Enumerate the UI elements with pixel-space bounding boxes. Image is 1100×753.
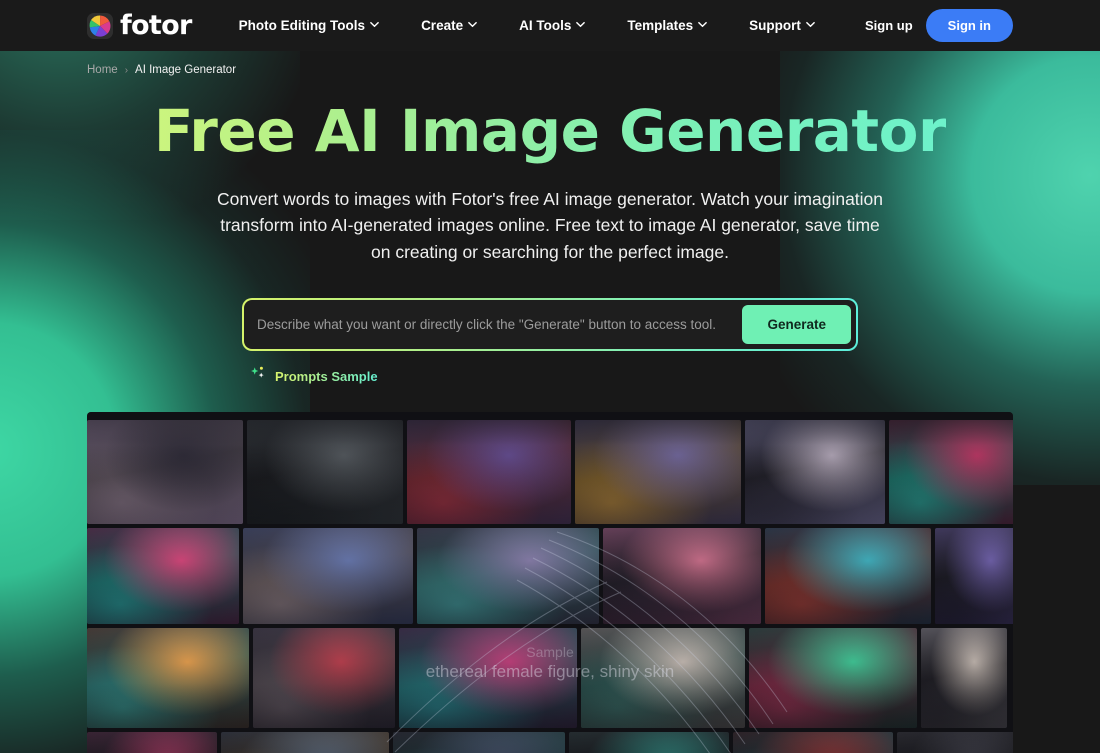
chevron-down-icon: [468, 20, 477, 29]
gallery-tile-shading: [247, 420, 403, 525]
gallery-tile-shading: [745, 420, 885, 525]
ai-image-winged-woman[interactable]: [581, 628, 745, 729]
page-title: Free AI Image Generator: [153, 97, 947, 165]
ai-image-red-kimono-woman[interactable]: [253, 628, 395, 729]
gallery-tile-shading: [253, 628, 395, 729]
breadcrumb-separator-icon: ›: [124, 64, 129, 76]
gallery-tile-shading: [935, 528, 1013, 625]
ai-image-figure-dark-alley[interactable]: [247, 420, 403, 525]
ai-image-neon-sign-woman[interactable]: [889, 420, 1013, 525]
ai-image-pink-neon-woman[interactable]: [87, 732, 217, 753]
gallery-tile-shading: [749, 628, 917, 729]
gallery-tile-shading: [221, 732, 389, 753]
ai-image-gallery[interactable]: Sample ethereal female figure, shiny ski…: [87, 412, 1013, 753]
gallery-tile-shading: [87, 628, 249, 729]
fotor-pinwheel-logo-icon: [87, 12, 113, 39]
ai-image-futuristic-supercar[interactable]: [575, 420, 741, 525]
nav-label: Templates: [627, 18, 694, 33]
sign-in-button[interactable]: Sign in: [925, 9, 1013, 42]
page-root: fotor Photo Editing Tools Create AI Tool…: [0, 0, 1100, 753]
gallery-row: [87, 528, 1013, 625]
hero-section: Free AI Image Generator Convert words to…: [0, 76, 1100, 265]
prompts-sample-link[interactable]: Prompts Sample: [242, 365, 858, 387]
chevron-down-icon: [370, 20, 379, 29]
gallery-tile-shading: [87, 420, 243, 525]
ai-image-mech-woman[interactable]: [417, 528, 599, 625]
nav-label: Create: [421, 18, 464, 33]
gallery-tile-shading: [733, 732, 893, 753]
nav-item-templates[interactable]: Templates: [606, 18, 728, 33]
prompt-bar: Generate: [242, 298, 858, 352]
gallery-tile-shading: [87, 528, 239, 625]
hero-subtitle: Convert words to images with Fotor's fre…: [216, 188, 884, 262]
nav-item-support[interactable]: Support: [728, 18, 836, 33]
chevron-down-icon: [806, 20, 815, 29]
gallery-tile-shading: [399, 628, 577, 729]
main-navigation: Photo Editing Tools Create AI Tools Temp…: [218, 18, 836, 33]
ai-image-blue-hair-portrait[interactable]: [243, 528, 413, 625]
sparkles-icon: [250, 365, 267, 387]
ai-image-cyberpunk-face-neon[interactable]: [87, 528, 239, 625]
sign-up-link[interactable]: Sign up: [865, 18, 913, 33]
ai-image-cyber-vehicle-night[interactable]: [393, 732, 565, 753]
breadcrumb: Home › AI Image Generator: [0, 51, 1100, 76]
ai-image-red-car-neon[interactable]: [733, 732, 893, 753]
nav-item-create[interactable]: Create: [400, 18, 498, 33]
gallery-tile-shading: [569, 732, 729, 753]
ai-image-teal-outfit-woman[interactable]: [569, 732, 729, 753]
ai-image-ethereal-woman[interactable]: [745, 420, 885, 525]
gallery-tile-shading: [575, 420, 741, 525]
gallery-tile-shading: [603, 528, 761, 625]
auth-actions: Sign up Sign in: [865, 9, 1013, 42]
prompts-sample-label: Prompts Sample: [275, 368, 378, 384]
ai-image-teal-car-sunset[interactable]: [87, 628, 249, 729]
gallery-tile-shading: [243, 528, 413, 625]
gallery-tile-shading: [921, 628, 1007, 729]
ai-image-neon-street[interactable]: [765, 528, 931, 625]
prompt-bar-inner: Generate: [244, 300, 856, 350]
gallery-tile-shading: [87, 732, 217, 753]
gallery-tile-shading: [765, 528, 931, 625]
gallery-row: [87, 628, 1013, 729]
gallery-tile-shading: [393, 732, 565, 753]
gallery-tile-shading: [407, 420, 571, 525]
gallery-row: [87, 420, 1013, 525]
fotor-logo[interactable]: fotor: [87, 12, 192, 39]
ai-image-purple-vehicle[interactable]: [935, 528, 1013, 625]
nav-label: AI Tools: [519, 18, 572, 33]
ai-image-dark-scene[interactable]: [897, 732, 1013, 753]
gallery-tile-shading: [889, 420, 1013, 525]
nav-label: Support: [749, 18, 801, 33]
ai-image-portrait-teal-hair[interactable]: [87, 420, 243, 525]
fotor-logo-text: fotor: [120, 10, 192, 41]
ai-image-city-skyline[interactable]: [221, 732, 389, 753]
breadcrumb-current-page: AI Image Generator: [135, 64, 237, 76]
gallery-row: [87, 732, 1013, 753]
site-header: fotor Photo Editing Tools Create AI Tool…: [0, 0, 1100, 51]
chevron-down-icon: [698, 20, 707, 29]
nav-item-photo-editing-tools[interactable]: Photo Editing Tools: [218, 18, 400, 33]
ai-image-neon-city-figure[interactable]: [399, 628, 577, 729]
gallery-tile-shading: [581, 628, 745, 729]
nav-item-ai-tools[interactable]: AI Tools: [498, 18, 606, 33]
ai-image-cyber-portrait-green[interactable]: [749, 628, 917, 729]
gallery-tile-shading: [897, 732, 1013, 753]
ai-image-neon-sportscar[interactable]: [407, 420, 571, 525]
ai-image-woman-closeup[interactable]: [921, 628, 1007, 729]
prompt-input[interactable]: [257, 300, 743, 350]
breadcrumb-home-link[interactable]: Home: [87, 64, 118, 76]
ai-image-pink-dress-woman[interactable]: [603, 528, 761, 625]
generate-button[interactable]: Generate: [742, 305, 851, 345]
chevron-down-icon: [576, 20, 586, 29]
nav-label: Photo Editing Tools: [238, 18, 366, 33]
gallery-tile-shading: [417, 528, 599, 625]
